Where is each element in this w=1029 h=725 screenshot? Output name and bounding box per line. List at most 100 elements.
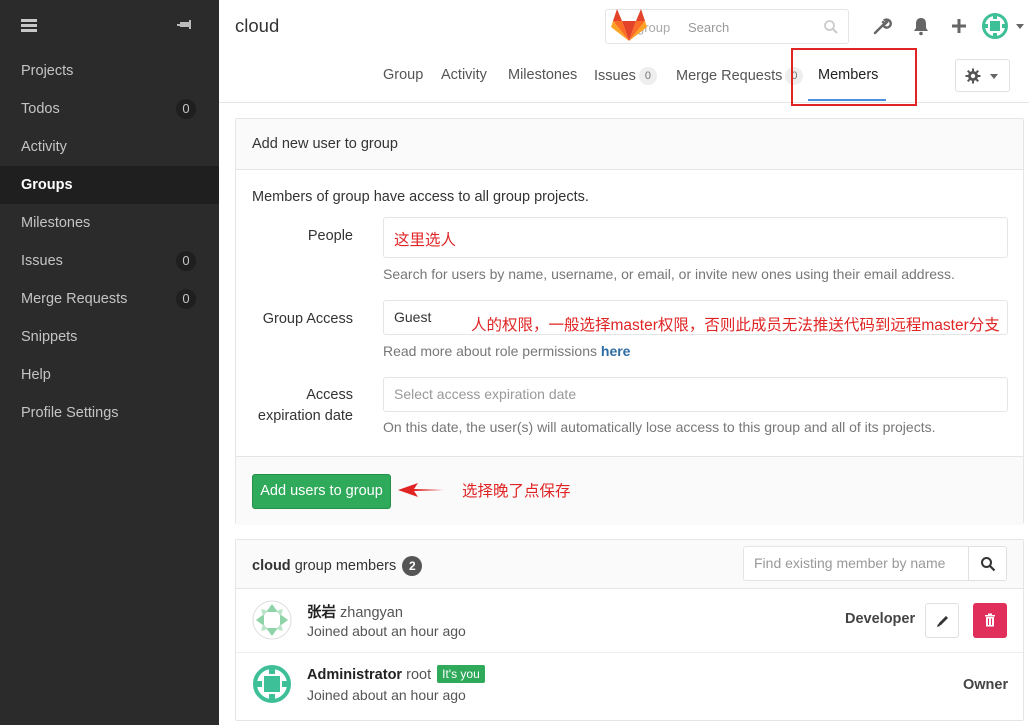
member-joined: Joined about an hour ago	[307, 687, 466, 703]
members-count-badge: 2	[402, 556, 423, 576]
remove-member-button[interactable]	[973, 603, 1007, 638]
find-member-placeholder: Find existing member by name	[754, 555, 946, 571]
tab-label: Merge Requests	[676, 68, 783, 84]
expiry-help-text: On this date, the user(s) will automatic…	[383, 419, 936, 435]
find-member-button[interactable]	[968, 546, 1007, 581]
sidebar-item-label: Merge Requests	[21, 291, 128, 307]
member-name: 张岩 zhangyan	[307, 601, 403, 622]
trash-icon	[985, 613, 995, 627]
expiry-label-line-1: Access	[306, 387, 353, 403]
add-user-panel-title: Add new user to group	[236, 119, 1023, 170]
group-access-value: Guest	[394, 309, 432, 325]
gitlab-logo-icon[interactable]	[610, 7, 648, 43]
sidebar-item-merge-requests[interactable]: Merge Requests 0	[0, 280, 219, 318]
page-title: cloud	[235, 15, 280, 36]
sidebar-item-label: Snippets	[21, 329, 78, 345]
search-icon	[824, 20, 838, 34]
members-panel-title: cloud group members 2	[252, 556, 423, 576]
edit-member-button[interactable]	[925, 603, 959, 638]
search-placeholder: Search	[688, 20, 730, 35]
members-panel-header: cloud group members 2 Find existing memb…	[236, 540, 1023, 589]
expiration-date-placeholder: Select access expiration date	[394, 386, 577, 402]
tab-label: Issues	[594, 68, 636, 84]
tab-label: Group	[383, 67, 424, 83]
tab-issues[interactable]: Issues 0	[594, 67, 657, 85]
member-username: zhangyan	[340, 605, 403, 621]
issues-count-badge: 0	[638, 67, 657, 85]
annotation-highlight-box	[791, 48, 917, 106]
todos-count-badge: 0	[176, 99, 196, 119]
member-avatar-icon	[253, 665, 291, 703]
sidebar-item-help[interactable]: Help	[0, 356, 219, 394]
gear-icon	[965, 68, 981, 84]
bell-icon[interactable]	[911, 16, 931, 36]
add-users-to-group-button[interactable]: Add users to group	[252, 474, 391, 509]
access-annotation: 人的权限，一般选择master权限，否则此成员无法推送代码到远程master分支	[471, 317, 1000, 334]
member-role: Owner	[963, 677, 1009, 693]
hamburger-menu-icon[interactable]	[21, 19, 37, 32]
sidebar: Projects Todos 0 Activity Groups Mileston…	[0, 0, 219, 725]
sidebar-item-label: Activity	[21, 139, 67, 155]
add-user-panel-footer: Add users to group 选择晚了点保存	[236, 456, 1023, 525]
member-display-name: 张岩	[307, 605, 336, 621]
settings-dropdown-button[interactable]	[955, 59, 1010, 92]
group-nav: Group Activity Milestones Issues 0 Merge …	[219, 48, 1029, 106]
pencil-icon	[937, 616, 948, 627]
member-display-name: Administrator	[307, 667, 403, 683]
tab-label: Milestones	[508, 67, 578, 83]
wrench-icon[interactable]	[872, 16, 892, 36]
sidebar-item-profile-settings[interactable]: Profile Settings	[0, 394, 219, 432]
sidebar-item-label: Milestones	[21, 215, 91, 231]
user-avatar-icon[interactable]	[982, 13, 1008, 39]
sidebar-item-label: Groups	[21, 177, 73, 193]
issues-count-badge: 0	[176, 251, 196, 271]
member-avatar-icon	[252, 600, 292, 640]
sidebar-item-activity[interactable]: Activity	[0, 128, 219, 166]
sidebar-item-projects[interactable]: Projects	[0, 52, 219, 90]
sidebar-item-snippets[interactable]: Snippets	[0, 318, 219, 356]
group-access-label: Group Access	[262, 311, 353, 327]
find-member-input[interactable]: Find existing member by name	[743, 546, 969, 581]
access-help-text: Read more about role permissions here	[383, 343, 630, 359]
submit-annotation: 选择晚了点保存	[462, 483, 571, 500]
plus-icon[interactable]	[949, 16, 969, 36]
access-help-prefix: Read more about role permissions	[383, 343, 601, 359]
people-help-text: Search for users by name, username, or e…	[383, 266, 955, 282]
tab-milestones[interactable]: Milestones	[508, 67, 577, 83]
people-label: People	[307, 228, 353, 244]
sidebar-top	[0, 0, 219, 52]
expiry-label-line-2: expiration date	[257, 408, 353, 424]
tab-activity[interactable]: Activity	[441, 67, 487, 83]
add-user-intro-text: Members of group have access to all grou…	[252, 189, 589, 205]
member-username: root	[406, 667, 432, 683]
sidebar-item-issues[interactable]: Issues 0	[0, 242, 219, 280]
pin-icon[interactable]	[176, 16, 194, 34]
member-row: 张岩 zhangyan Joined about an hour ago Dev…	[236, 589, 1023, 653]
tab-label: Activity	[441, 67, 487, 83]
sidebar-item-label: Todos	[21, 101, 60, 117]
member-row: Administrator root It's you Joined about…	[236, 653, 1023, 717]
sidebar-item-todos[interactable]: Todos 0	[0, 90, 219, 128]
expiration-date-input[interactable]: Select access expiration date	[383, 377, 1008, 412]
sidebar-item-label: Profile Settings	[21, 405, 119, 421]
sidebar-item-milestones[interactable]: Milestones	[0, 204, 219, 242]
user-menu-chevron-down-icon[interactable]	[1016, 24, 1024, 29]
member-role[interactable]: Developer	[845, 611, 915, 627]
add-user-panel: Add new user to group Members of group h…	[235, 118, 1024, 525]
merge-requests-count-badge: 0	[176, 289, 196, 309]
sidebar-item-groups[interactable]: Groups	[0, 166, 219, 204]
expiry-label: Access expiration date	[236, 385, 353, 427]
annotation-arrow-icon	[398, 483, 444, 497]
member-name: Administrator root It's you	[307, 665, 485, 683]
people-select-input[interactable]: 这里选人	[383, 217, 1008, 258]
permissions-help-link[interactable]: here	[601, 343, 631, 359]
sidebar-item-label: Help	[21, 367, 51, 383]
members-title-suffix: group members	[290, 558, 397, 574]
people-annotation: 这里选人	[394, 232, 457, 249]
group-members-panel: cloud group members 2 Find existing memb…	[235, 539, 1024, 721]
tab-merge-requests[interactable]: Merge Requests 0	[676, 67, 804, 85]
its-you-badge: It's you	[437, 665, 485, 683]
tab-group[interactable]: Group	[383, 67, 423, 83]
member-joined: Joined about an hour ago	[307, 623, 466, 639]
sidebar-item-label: Issues	[21, 253, 63, 269]
